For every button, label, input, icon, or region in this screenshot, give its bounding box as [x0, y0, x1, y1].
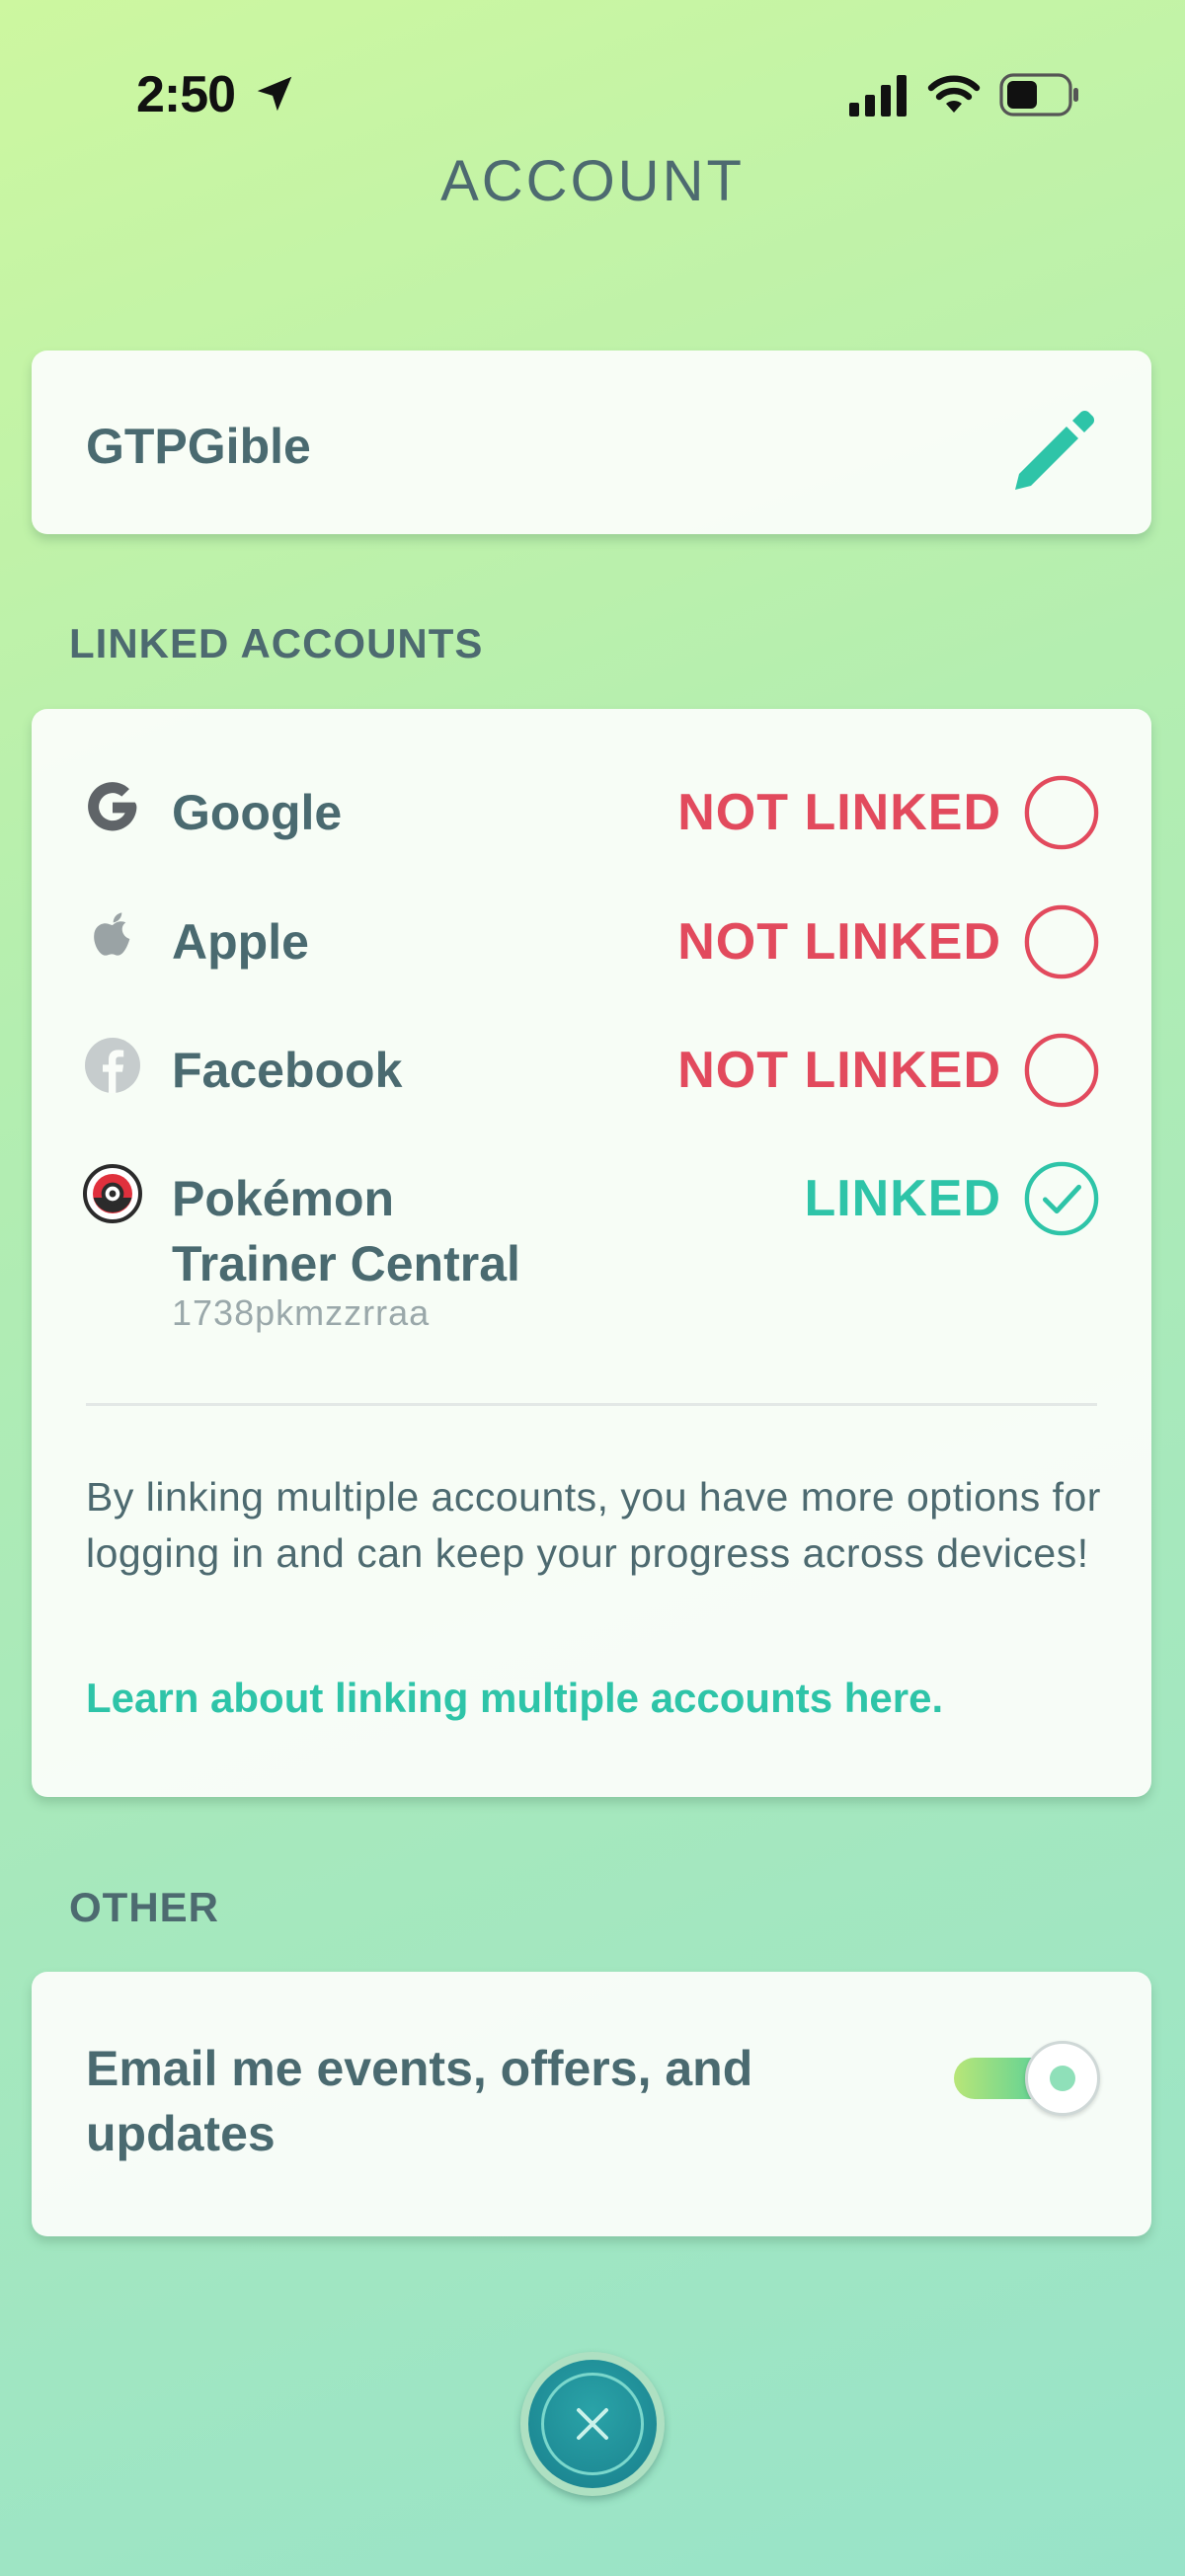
wifi-icon — [927, 75, 981, 113]
facebook-icon — [85, 1038, 140, 1093]
email-label-line1: Email me events, offers, and — [86, 2041, 753, 2096]
toggle-knob — [1025, 2041, 1100, 2116]
linked-accounts-label: LINKED ACCOUNTS — [69, 620, 484, 666]
link-status: NOT LINKED — [677, 784, 1001, 841]
other-settings-card: Email me events, offers, and updates — [32, 1972, 1151, 2236]
account-row-google[interactable]: Google NOT LINKED — [32, 760, 1151, 859]
close-button-inner — [528, 2360, 657, 2488]
username-card: GTPGible — [32, 351, 1151, 534]
email-opt-in-label: Email me events, offers, and updates — [86, 2036, 836, 2166]
location-arrow-icon — [257, 76, 292, 112]
account-row-pokemon-trainer-central[interactable]: Pokémon Trainer Central 1738pkmzzrraa LI… — [32, 1146, 1151, 1373]
link-status: NOT LINKED — [677, 913, 1001, 971]
close-icon — [577, 2408, 608, 2440]
unlinked-circle-icon[interactable] — [1023, 774, 1100, 851]
link-status: LINKED — [804, 1170, 1001, 1227]
link-status: NOT LINKED — [677, 1042, 1001, 1099]
account-name: Facebook — [172, 1043, 403, 1098]
google-icon — [88, 782, 137, 831]
battery-icon — [999, 73, 1078, 117]
linked-check-icon[interactable] — [1023, 1160, 1100, 1237]
email-label-line2: updates — [86, 2106, 276, 2161]
linking-info-text: By linking multiple accounts, you have m… — [86, 1474, 1101, 1576]
account-row-apple[interactable]: Apple NOT LINKED — [32, 890, 1151, 988]
status-time: 2:50 — [136, 66, 236, 123]
username: GTPGible — [86, 419, 311, 474]
account-row-facebook[interactable]: Facebook NOT LINKED — [32, 1018, 1151, 1117]
close-button-ring — [541, 2373, 644, 2475]
email-opt-in-toggle[interactable] — [954, 2039, 1102, 2118]
learn-more-link[interactable]: Learn about linking multiple accounts he… — [86, 1675, 943, 1722]
divider — [86, 1403, 1097, 1406]
account-name: Google — [172, 785, 343, 840]
linked-accounts-card: Google NOT LINKED Apple NOT LINKED Faceb… — [32, 709, 1151, 1797]
account-name: Pokémon Trainer Central — [172, 1166, 520, 1296]
pokemon-trainer-club-icon — [83, 1164, 142, 1223]
unlinked-circle-icon[interactable] — [1023, 1032, 1100, 1109]
account-id: 1738pkmzzrraa — [172, 1292, 431, 1333]
pencil-edit-icon[interactable] — [1003, 395, 1102, 494]
close-button[interactable] — [520, 2352, 665, 2496]
account-name-line2: Trainer Central — [172, 1236, 520, 1291]
cellular-signal-icon — [849, 75, 907, 117]
account-name-line1: Pokémon — [172, 1171, 395, 1226]
apple-icon — [94, 912, 130, 956]
page-title: ACCOUNT — [440, 149, 745, 213]
unlinked-circle-icon[interactable] — [1023, 903, 1100, 980]
account-name: Apple — [172, 914, 309, 970]
other-section-label: OTHER — [69, 1884, 219, 1930]
